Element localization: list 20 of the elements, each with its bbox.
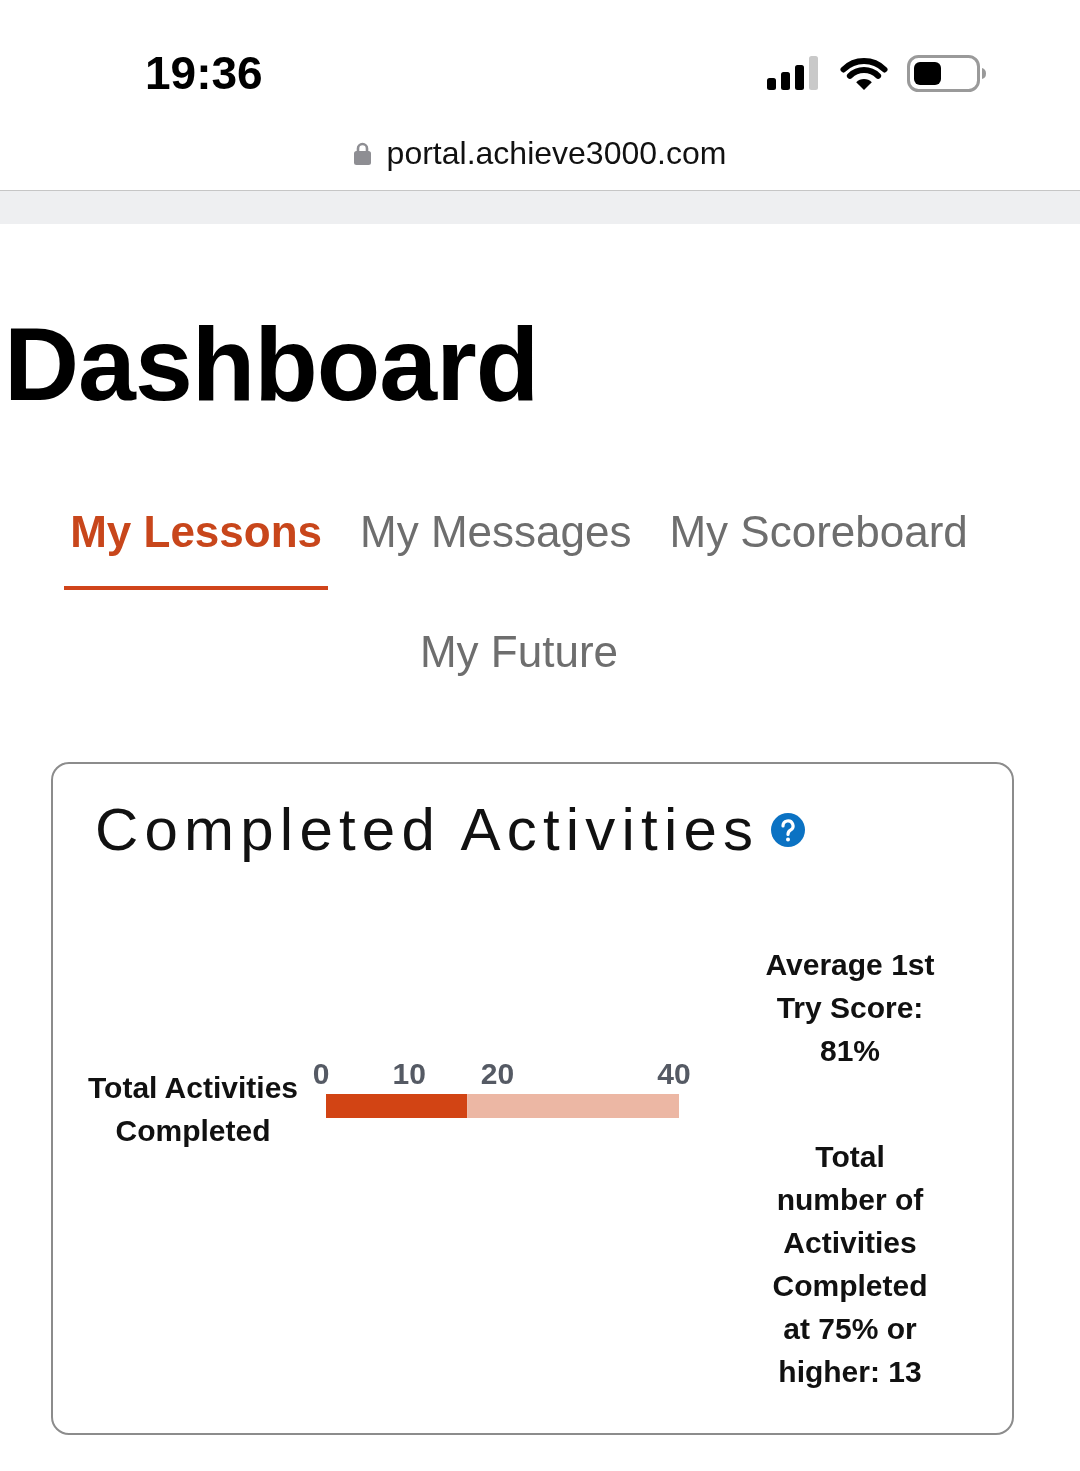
page-title: Dashboard (3, 312, 540, 416)
status-time: 19:36 (145, 50, 263, 96)
tab[interactable]: My Future (413, 622, 624, 710)
axis-tick-label: 20 (480, 1058, 515, 1090)
axis-tick-label: 40 (657, 1058, 691, 1090)
stat-text: Total number of Activities Completed at 75% or higher: 13 (771, 1139, 929, 1390)
wifi-icon (840, 55, 888, 91)
tab[interactable]: My Messages (354, 502, 638, 590)
address-url[interactable]: portal.achieve3000.com (386, 137, 727, 169)
tab[interactable]: My Scoreboard (663, 502, 974, 590)
help-icon[interactable] (771, 813, 806, 847)
battery-icon (907, 54, 986, 92)
chart-category-label: Total Activities Completed (86, 1070, 299, 1149)
lock-icon (353, 141, 371, 165)
axis-tick-label: 10 (392, 1058, 426, 1090)
tab[interactable]: My Lessons (64, 502, 329, 590)
axis-tick-label: 0 (312, 1058, 330, 1090)
card-title: Completed Activities (95, 795, 760, 865)
cellular-signal-icon (767, 56, 821, 90)
stat-text: Average 1st Try Score: 81% (764, 947, 936, 1069)
